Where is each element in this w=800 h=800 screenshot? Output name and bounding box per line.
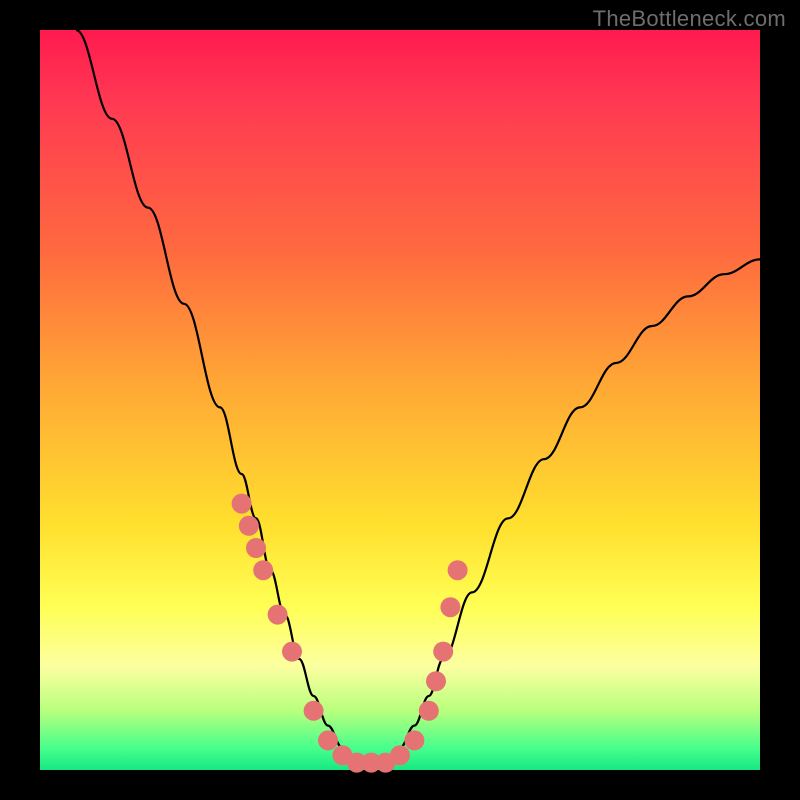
- marker-dot: [268, 605, 288, 625]
- marker-dot: [419, 701, 439, 721]
- marker-dot: [426, 671, 446, 691]
- marker-dot: [239, 516, 259, 536]
- marker-dot: [390, 745, 410, 765]
- marker-dot: [232, 494, 252, 514]
- marker-dot: [448, 560, 468, 580]
- marker-dot: [440, 597, 460, 617]
- marker-dot: [282, 642, 302, 662]
- marker-dot: [246, 538, 266, 558]
- chart-frame: TheBottleneck.com: [0, 0, 800, 800]
- curve-layer: [40, 30, 760, 770]
- bottleneck-curve: [76, 30, 760, 766]
- watermark-text: TheBottleneck.com: [593, 6, 786, 32]
- marker-dots-group: [232, 494, 468, 773]
- marker-dot: [318, 730, 338, 750]
- marker-dot: [253, 560, 273, 580]
- marker-dot: [404, 730, 424, 750]
- plot-area: [40, 30, 760, 770]
- marker-dot: [304, 701, 324, 721]
- marker-dot: [433, 642, 453, 662]
